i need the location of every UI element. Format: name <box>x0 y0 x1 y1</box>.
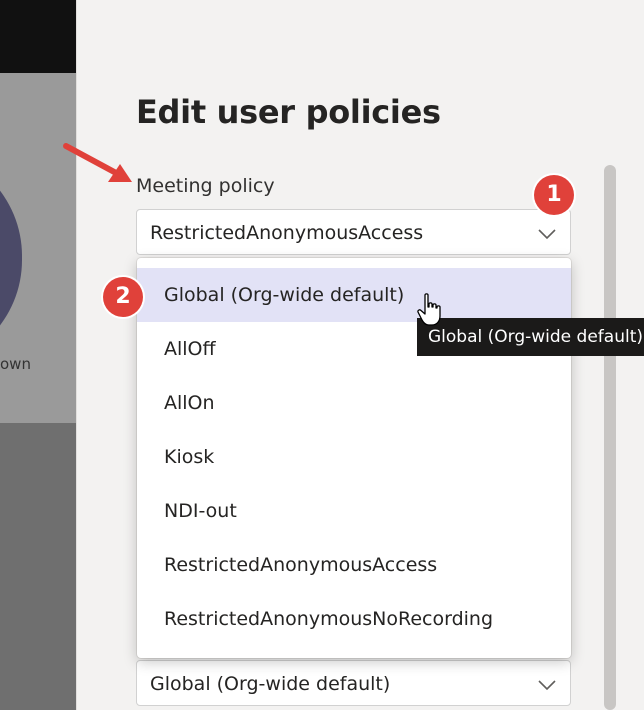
annotation-arrow-icon <box>63 143 132 182</box>
dropdown-option-global[interactable]: Global (Org-wide default) <box>137 268 571 322</box>
dropdown-option-ndi-out[interactable]: NDI-out <box>137 484 571 538</box>
scrollbar[interactable] <box>604 165 616 710</box>
policy-select-bottom[interactable]: Global (Org-wide default) <box>136 660 571 706</box>
chevron-down-icon <box>538 229 556 240</box>
annotation-badge-1: 1 <box>534 175 574 215</box>
chevron-down-icon <box>538 680 556 691</box>
dropdown-option-allon[interactable]: AllOn <box>137 376 571 430</box>
meeting-policy-select[interactable]: RestrictedAnonymousAccess <box>136 209 571 255</box>
dropdown-option-restricted-anonymous-no-recording[interactable]: RestrictedAnonymousNoRecording <box>137 592 571 646</box>
background-lower-area <box>0 423 76 710</box>
background-top-bar <box>0 0 76 73</box>
meeting-policy-label: Meeting policy <box>136 175 275 197</box>
background-partial-text: own <box>0 355 31 373</box>
dropdown-option-restricted-anonymous-access[interactable]: RestrictedAnonymousAccess <box>137 538 571 592</box>
meeting-policy-value: RestrictedAnonymousAccess <box>150 222 424 244</box>
policy-select-bottom-value: Global (Org-wide default) <box>150 673 391 695</box>
avatar <box>0 148 22 368</box>
dropdown-option-kiosk[interactable]: Kiosk <box>137 430 571 484</box>
hand-cursor-icon <box>417 293 441 326</box>
annotation-badge-2: 2 <box>103 277 143 317</box>
tooltip: Global (Org-wide default) <box>417 318 644 356</box>
background-profile-area: own <box>0 73 76 423</box>
page-title: Edit user policies <box>136 93 441 131</box>
